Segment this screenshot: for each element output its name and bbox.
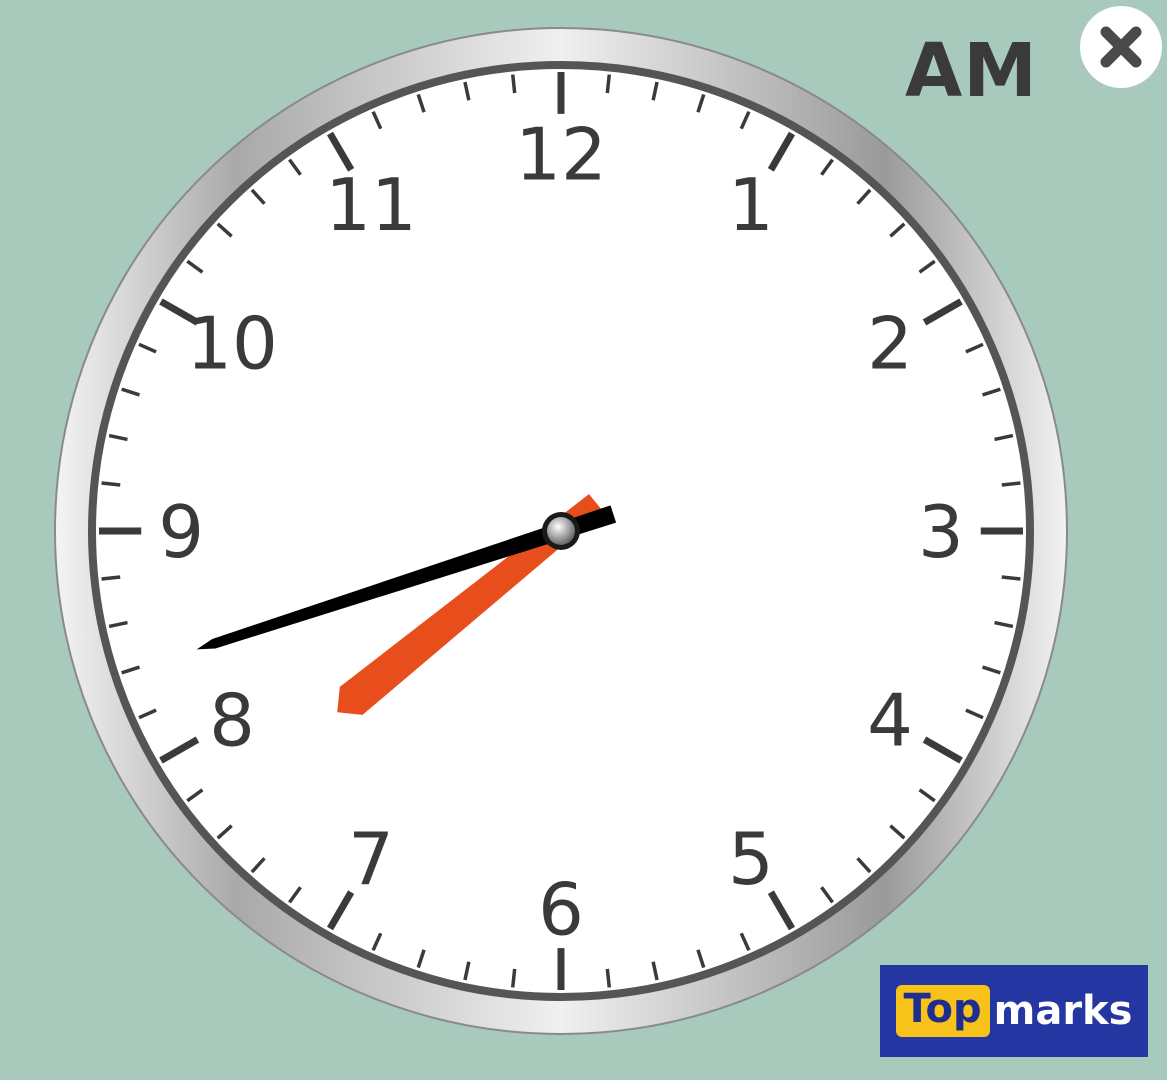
clock-numeral: 6 — [538, 867, 584, 951]
logo-marks-text: marks — [993, 988, 1133, 1034]
minute-tick — [510, 74, 517, 94]
clock-numeral: 2 — [867, 301, 913, 385]
clock-numeral: 4 — [867, 679, 913, 763]
minute-tick — [510, 968, 517, 988]
clock-numeral: 5 — [728, 817, 774, 901]
clock-numeral: 11 — [325, 163, 417, 247]
center-pin — [547, 517, 575, 545]
close-icon — [1100, 26, 1142, 68]
minute-tick — [1001, 481, 1021, 487]
close-button[interactable] — [1080, 6, 1162, 88]
clock-numeral: 10 — [186, 301, 278, 385]
minute-tick — [101, 481, 121, 487]
minute-tick — [605, 968, 612, 988]
analog-clock: 121234567891011 — [54, 27, 1068, 1035]
clock-numeral: 8 — [209, 679, 255, 763]
clock-numeral: 1 — [728, 163, 774, 247]
clock-numeral: 9 — [158, 490, 204, 574]
am-pm-label[interactable]: AM — [905, 28, 1038, 114]
clock-numeral: 7 — [348, 817, 394, 901]
minute-tick — [1001, 575, 1021, 581]
clock-numeral: 12 — [515, 113, 607, 197]
minute-tick — [101, 575, 121, 581]
logo-top-text: Top — [895, 985, 990, 1037]
clock-numeral: 3 — [918, 490, 964, 574]
minute-tick — [605, 74, 612, 94]
topmarks-logo[interactable]: Top marks — [880, 965, 1148, 1057]
